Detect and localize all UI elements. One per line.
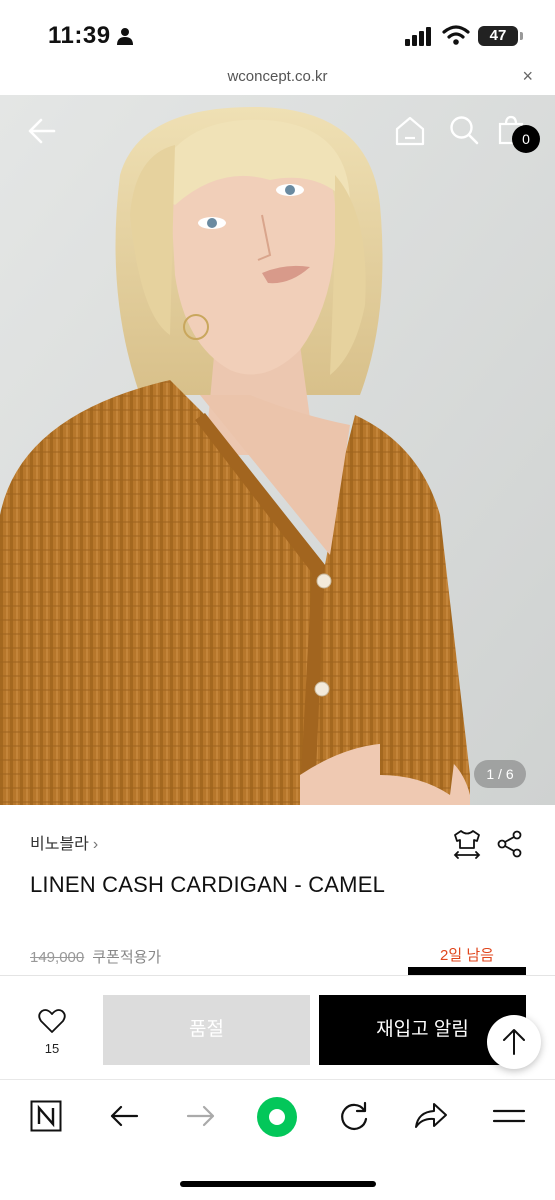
size-guide-icon[interactable]: [452, 828, 482, 860]
battery-cap: [520, 32, 523, 40]
brand-link[interactable]: 비노블라 ›: [30, 830, 98, 854]
share-arrow-icon[interactable]: [414, 1100, 448, 1132]
original-price: 149,000: [30, 949, 85, 966]
status-time: 11:39: [48, 22, 111, 49]
menu-icon[interactable]: [492, 1100, 526, 1132]
heart-icon[interactable]: [38, 1008, 66, 1034]
brand-name[interactable]: 비노블라: [30, 836, 89, 853]
home-indicator: [180, 1181, 376, 1187]
chevron-right-icon: ›: [92, 836, 99, 853]
wifi-icon: [442, 25, 470, 45]
battery-icon: 47: [478, 26, 518, 46]
battery-level: 47: [489, 27, 507, 44]
image-pager: 1 / 6: [474, 760, 526, 788]
cart-count-badge[interactable]: 0: [512, 125, 540, 153]
signal-icon: [405, 27, 431, 46]
days-left-tab-indicator: [408, 967, 526, 975]
scroll-to-top-button[interactable]: [487, 1015, 541, 1069]
product-image-gallery[interactable]: 0 1 / 6: [0, 95, 555, 805]
url-text[interactable]: wconcept.co.kr: [0, 68, 555, 85]
search-icon[interactable]: [449, 115, 479, 145]
url-bar[interactable]: wconcept.co.kr ×: [0, 64, 555, 94]
product-title: LINEN CASH CARDIGAN - CAMEL: [30, 872, 386, 897]
browser-toolbar: [0, 1079, 555, 1155]
close-icon[interactable]: ×: [522, 66, 533, 87]
coupon-price-label[interactable]: 쿠폰적용가: [92, 949, 161, 966]
product-photo: [0, 95, 555, 805]
divider: [0, 975, 555, 976]
home-icon[interactable]: [394, 115, 426, 147]
browser-forward-icon[interactable]: [185, 1100, 217, 1132]
wishlist-count: 15: [44, 1041, 60, 1056]
browser-back-icon[interactable]: [108, 1100, 140, 1132]
person-icon: [117, 28, 133, 45]
days-left-label: 2일 남음: [440, 947, 494, 964]
naver-green-dot-icon[interactable]: [256, 1096, 298, 1138]
sold-out-button[interactable]: 품절: [103, 995, 310, 1065]
share-icon[interactable]: [496, 830, 524, 858]
back-arrow-icon[interactable]: [26, 115, 58, 147]
wishlist-button[interactable]: 15: [30, 1008, 74, 1056]
status-bar: 11:39 47: [0, 0, 555, 64]
arrow-up-icon[interactable]: [502, 1028, 526, 1056]
price-row: 149,000 쿠폰적용가: [30, 946, 161, 967]
refresh-icon[interactable]: [338, 1100, 370, 1132]
naver-icon[interactable]: [30, 1100, 62, 1132]
